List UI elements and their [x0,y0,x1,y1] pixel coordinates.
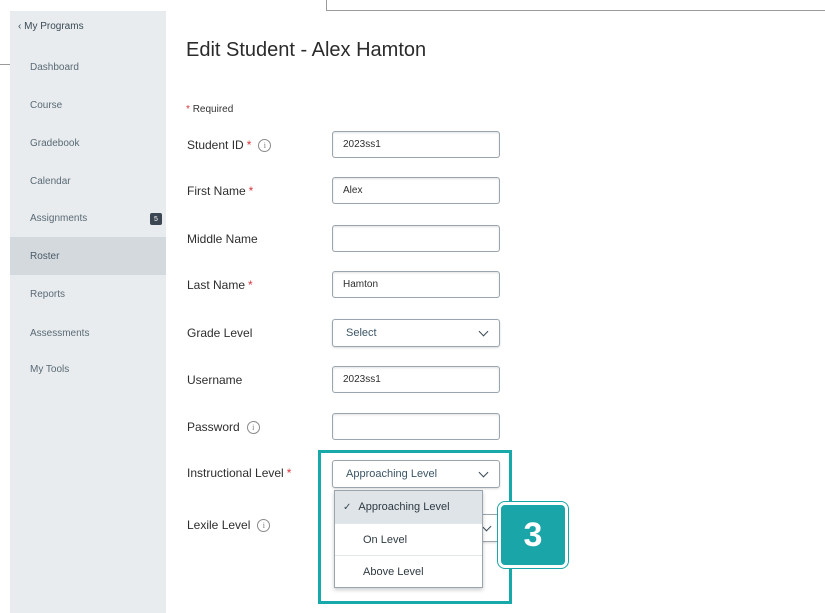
sidebar-item-assessments[interactable]: Assessments [10,314,166,352]
label-text: Instructional Level [187,466,284,480]
frame-divider [0,64,10,65]
grade-level-label: Grade Level [187,326,252,340]
back-link-label: My Programs [24,21,84,32]
info-icon[interactable]: i [257,518,271,532]
student-id-input[interactable]: 2023ss1 [332,131,500,158]
username-input[interactable]: 2023ss1 [332,366,500,393]
label-text: Grade Level [187,326,253,340]
label-text: Password [187,420,240,434]
sidebar: ‹ My Programs Dashboard Course Gradebook… [10,11,166,613]
chevron-down-icon [478,326,489,337]
frame-divider [326,10,825,11]
sidebar-item-label: Dashboard [30,61,79,73]
sidebar-item-dashboard[interactable]: Dashboard [10,48,166,86]
required-asterisk: * [246,138,252,152]
sidebar-item-label: Assignments [30,212,88,224]
username-label: Username [187,373,242,387]
sidebar-item-course[interactable]: Course [10,86,166,124]
password-label: Password i [187,420,260,434]
required-asterisk: * [186,104,190,115]
required-note: * Required [186,104,233,115]
sidebar-item-my-tools[interactable]: My Tools [10,350,166,388]
select-value: Select [346,327,377,339]
middle-name-label: Middle Name [187,232,258,246]
last-name-label: Last Name * [187,278,253,292]
label-text: Lexile Level [187,518,251,532]
sidebar-item-label: Gradebook [30,137,80,149]
info-icon[interactable]: i [246,420,260,434]
sidebar-item-label: Roster [30,250,60,262]
sidebar-item-label: My Tools [30,363,70,375]
label-text: Middle Name [187,232,258,246]
last-name-input[interactable]: Hamton [332,271,500,298]
label-text: First Name [187,184,246,198]
instructional-level-label: Instructional Level * [187,466,291,480]
required-asterisk: * [248,184,254,198]
sidebar-item-calendar[interactable]: Calendar [10,162,166,200]
sidebar-item-label: Calendar [30,175,71,187]
required-note-text: Required [192,104,234,115]
sidebar-item-label: Course [30,99,63,111]
label-text: Last Name [187,278,246,292]
step-number-badge: 3 [498,502,568,568]
info-icon[interactable]: i [258,138,272,152]
input-value: Hamton [343,279,379,290]
page-title: Edit Student - Alex Hamton [186,39,427,61]
label-text: Username [187,373,243,387]
student-id-label: Student ID * i [187,138,272,152]
back-to-programs-link[interactable]: ‹ My Programs [18,21,84,32]
middle-name-input[interactable] [332,225,500,252]
lexile-level-label: Lexile Level i [187,518,271,532]
sidebar-item-reports[interactable]: Reports [10,275,166,313]
step-highlight-box [318,450,512,604]
required-asterisk: * [286,466,292,480]
required-asterisk: * [248,278,253,292]
chevron-left-icon: ‹ [18,21,22,32]
label-text: Student ID [187,138,244,152]
sidebar-item-roster[interactable]: Roster [10,237,166,275]
sidebar-item-gradebook[interactable]: Gradebook [10,124,166,162]
input-value: 2023ss1 [343,139,381,150]
input-value: 2023ss1 [343,374,381,385]
grade-level-select[interactable]: Select [332,319,500,347]
first-name-input[interactable]: Alex [332,177,500,204]
assignments-count-badge: 5 [150,213,162,225]
sidebar-item-label: Reports [30,288,66,300]
password-input[interactable] [332,413,500,440]
sidebar-item-assignments[interactable]: Assignments 5 [10,199,166,237]
sidebar-item-label: Assessments [30,327,90,339]
input-value: Alex [343,185,363,196]
first-name-label: First Name * [187,184,253,198]
